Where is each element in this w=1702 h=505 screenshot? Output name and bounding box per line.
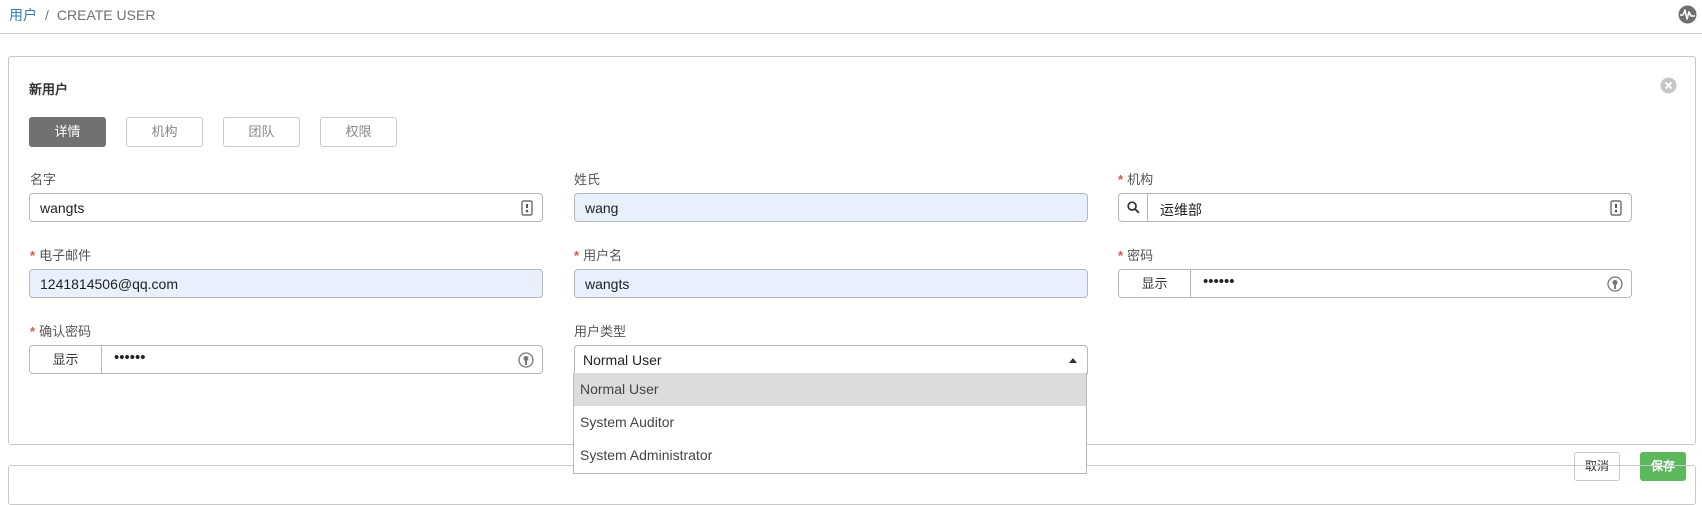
confirm-password-label: * 确认密码 [30, 321, 91, 340]
user-type-label: 用户类型 [574, 324, 627, 339]
user-type-select[interactable]: Normal User [574, 345, 1088, 374]
organization-value: 运维部 [1160, 202, 1202, 218]
search-icon [1126, 201, 1140, 214]
confirm-password-masked-value: •••••• [114, 349, 146, 366]
confirm-password-field[interactable]: 显示 •••••• [29, 345, 543, 374]
username-field[interactable]: wangts [574, 269, 1088, 298]
password-label-text: 密码 [1127, 248, 1154, 263]
breadcrumb-separator: / [45, 7, 49, 23]
user-type-dropdown: Normal User System Auditor System Admini… [573, 373, 1087, 474]
organization-label: * 机构 [1118, 169, 1153, 188]
password-manager-icon[interactable] [1609, 200, 1623, 216]
organization-search-button[interactable] [1119, 194, 1148, 221]
confirm-password-show-button[interactable]: 显示 [30, 346, 102, 373]
tab-permissions[interactable]: 权限 [320, 117, 397, 147]
tab-teams[interactable]: 团队 [223, 117, 300, 147]
caret-up-icon [1069, 358, 1077, 363]
breadcrumb-current: CREATE USER [56, 7, 156, 23]
password-key-icon[interactable] [518, 352, 534, 368]
tab-organizations[interactable]: 机构 [126, 117, 203, 147]
confirm-password-label-text: 确认密码 [39, 324, 92, 339]
last-name-field[interactable]: wang [574, 193, 1088, 222]
user-type-option-auditor[interactable]: System Auditor [574, 406, 1086, 439]
password-manager-icon[interactable] [520, 200, 534, 216]
first-name-label: 名字 [30, 172, 57, 187]
user-type-option-admin[interactable]: System Administrator [574, 439, 1086, 472]
required-marker: * [1118, 248, 1124, 263]
username-label: * 用户名 [574, 245, 622, 264]
email-label-text: 电子邮件 [39, 248, 92, 263]
first-name-value: wangts [40, 200, 85, 216]
password-label: * 密码 [1118, 245, 1153, 264]
user-type-value: Normal User [583, 352, 662, 368]
password-key-icon[interactable] [1607, 276, 1623, 292]
username-value: wangts [585, 276, 630, 292]
last-name-label: 姓氏 [574, 172, 601, 187]
panel-title: 新用户 [29, 82, 69, 97]
email-field[interactable]: 1241814506@qq.com [29, 269, 543, 298]
first-name-field[interactable]: wangts [29, 193, 543, 222]
breadcrumb: 用户 / CREATE USER [9, 7, 155, 23]
required-marker: * [30, 324, 36, 339]
username-label-text: 用户名 [583, 248, 623, 263]
required-marker: * [574, 248, 580, 263]
organization-label-text: 机构 [1127, 172, 1154, 187]
organization-field[interactable]: 运维部 [1118, 193, 1632, 222]
password-show-button[interactable]: 显示 [1119, 270, 1191, 297]
email-label: * 电子邮件 [30, 245, 91, 264]
required-marker: * [1118, 172, 1124, 187]
user-type-option-normal[interactable]: Normal User [574, 373, 1086, 406]
tab-details[interactable]: 详情 [29, 117, 106, 147]
last-name-value: wang [585, 200, 619, 216]
password-field[interactable]: 显示 •••••• [1118, 269, 1632, 298]
required-marker: * [30, 248, 36, 263]
password-masked-value: •••••• [1203, 273, 1235, 290]
email-value: 1241814506@qq.com [40, 276, 178, 292]
breadcrumb-users-link[interactable]: 用户 [9, 7, 37, 23]
top-bar: 用户 / CREATE USER [0, 0, 1702, 34]
close-icon[interactable] [1660, 77, 1677, 94]
activity-stream-icon[interactable] [1678, 5, 1697, 24]
